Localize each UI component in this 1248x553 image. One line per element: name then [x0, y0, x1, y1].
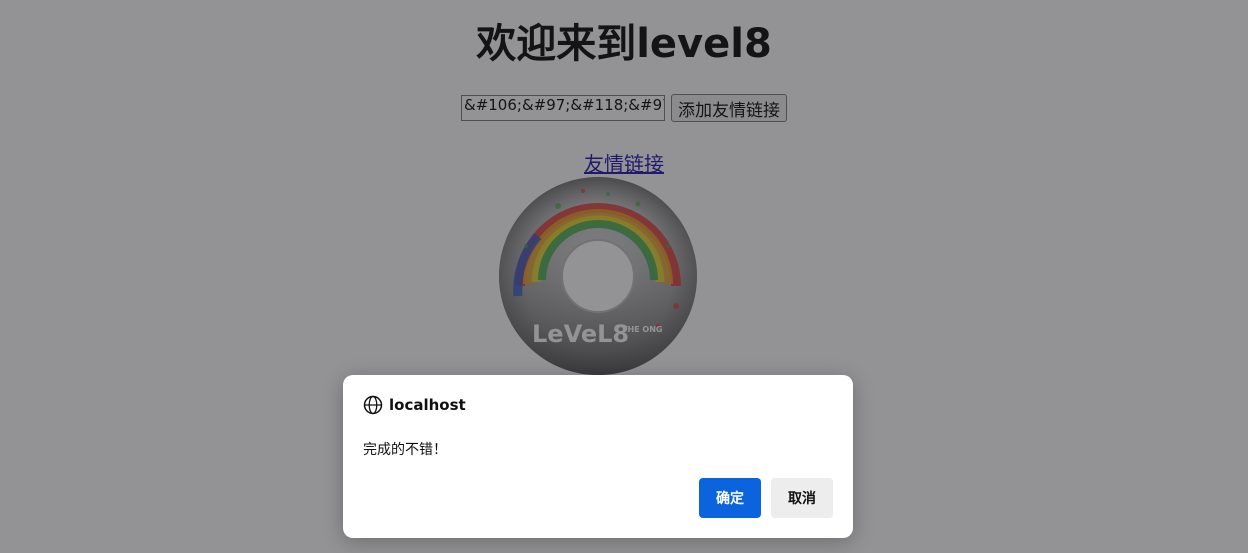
globe-icon [363, 395, 383, 415]
ok-button[interactable]: 确定 [699, 478, 761, 518]
dialog-actions: 确定 取消 [699, 478, 833, 518]
dialog-header: localhost [363, 395, 466, 415]
alert-dialog: localhost 完成的不错！ 确定 取消 [343, 375, 853, 538]
dialog-origin: localhost [389, 396, 466, 414]
dialog-message: 完成的不错！ [363, 442, 447, 458]
cancel-button[interactable]: 取消 [771, 478, 833, 518]
